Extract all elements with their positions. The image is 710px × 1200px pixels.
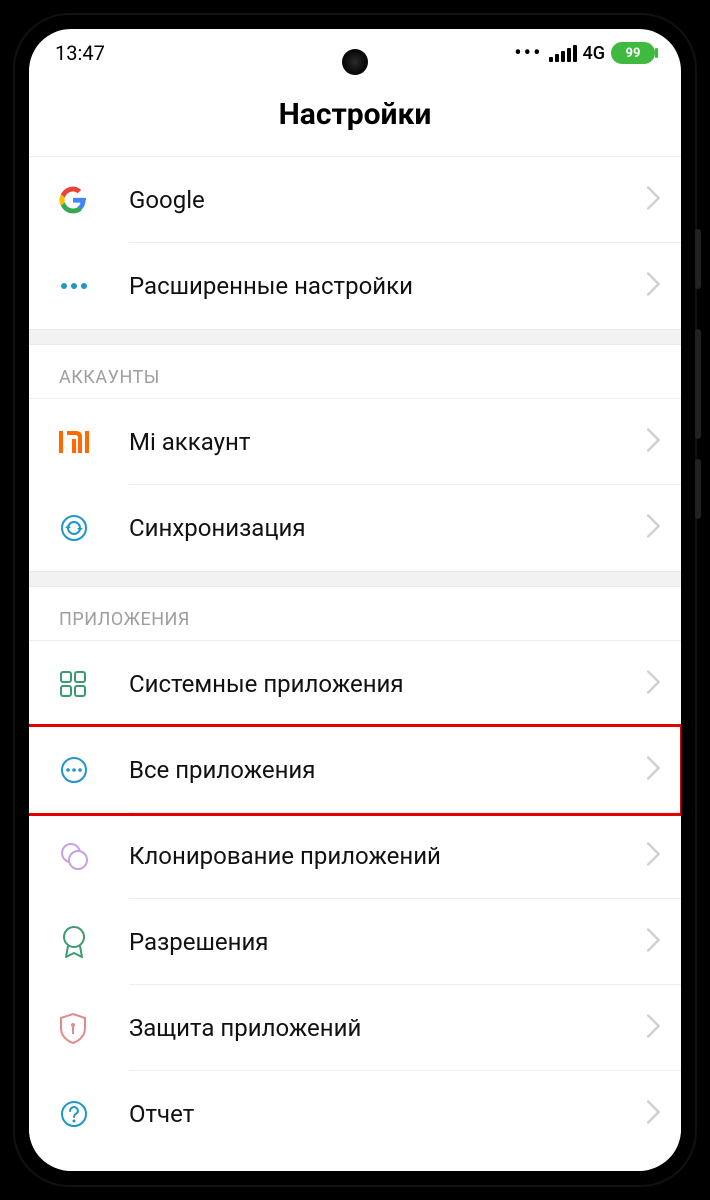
battery-level: 99 bbox=[626, 46, 641, 61]
settings-row-sync[interactable]: Синхронизация bbox=[29, 485, 681, 571]
battery-icon: 99 bbox=[611, 42, 655, 64]
row-label: Google bbox=[129, 186, 647, 214]
row-label: Клонирование приложений bbox=[129, 842, 647, 870]
settings-row-advanced[interactable]: Расширенные настройки bbox=[29, 243, 681, 329]
shield-icon bbox=[59, 1012, 129, 1044]
chevron-right-icon bbox=[647, 428, 661, 456]
chevron-right-icon bbox=[647, 842, 661, 870]
settings-row-app-protect[interactable]: Защита приложений bbox=[29, 985, 681, 1071]
settings-row-all-apps[interactable]: Все приложения bbox=[29, 727, 681, 813]
settings-row-report[interactable]: Отчет bbox=[29, 1071, 681, 1157]
row-label: Системные приложения bbox=[129, 670, 647, 698]
network-label: 4G bbox=[583, 43, 606, 64]
section-header-apps: ПРИЛОЖЕНИЯ bbox=[29, 587, 681, 640]
row-label: Защита приложений bbox=[129, 1014, 647, 1042]
row-label: Расширенные настройки bbox=[129, 272, 647, 300]
side-button bbox=[695, 229, 701, 289]
chevron-right-icon bbox=[647, 1100, 661, 1128]
title-bar: Настройки bbox=[29, 77, 681, 156]
row-label: Mi аккаунт bbox=[129, 428, 647, 456]
row-label: Все приложения bbox=[129, 756, 647, 784]
google-icon bbox=[59, 186, 129, 214]
chevron-right-icon bbox=[647, 756, 661, 784]
row-label: Разрешения bbox=[129, 928, 647, 956]
settings-row-clone-apps[interactable]: Клонирование приложений bbox=[29, 813, 681, 899]
chevron-right-icon bbox=[647, 928, 661, 956]
side-button bbox=[695, 329, 701, 439]
badge-icon bbox=[59, 925, 129, 959]
status-dots-icon: ••• bbox=[514, 41, 542, 66]
more-icon bbox=[59, 282, 129, 290]
screen: 13:47 ••• 4G 99 Настройки bbox=[29, 29, 681, 1171]
grid-icon bbox=[59, 670, 129, 698]
settings-row-google[interactable]: Google bbox=[29, 157, 681, 243]
chevron-right-icon bbox=[647, 186, 661, 214]
chevron-right-icon bbox=[647, 670, 661, 698]
phone-frame: 13:47 ••• 4G 99 Настройки bbox=[15, 15, 695, 1185]
chevron-right-icon bbox=[647, 272, 661, 300]
settings-row-permissions[interactable]: Разрешения bbox=[29, 899, 681, 985]
sync-icon bbox=[59, 513, 129, 543]
circle-more-icon bbox=[59, 755, 129, 785]
row-label: Синхронизация bbox=[129, 514, 647, 542]
question-icon bbox=[59, 1099, 129, 1129]
chevron-right-icon bbox=[647, 514, 661, 542]
section-header-accounts: АККАУНТЫ bbox=[29, 345, 681, 398]
settings-row-system-apps[interactable]: Системные приложения bbox=[29, 641, 681, 727]
row-label: Отчет bbox=[129, 1100, 647, 1128]
side-button bbox=[695, 459, 701, 519]
chevron-right-icon bbox=[647, 1014, 661, 1042]
clone-icon bbox=[59, 841, 129, 871]
mi-icon bbox=[59, 431, 129, 453]
status-time: 13:47 bbox=[55, 41, 105, 65]
page-title: Настройки bbox=[29, 97, 681, 132]
front-camera bbox=[342, 49, 368, 75]
signal-icon bbox=[549, 44, 577, 62]
settings-row-mi-account[interactable]: Mi аккаунт bbox=[29, 399, 681, 485]
